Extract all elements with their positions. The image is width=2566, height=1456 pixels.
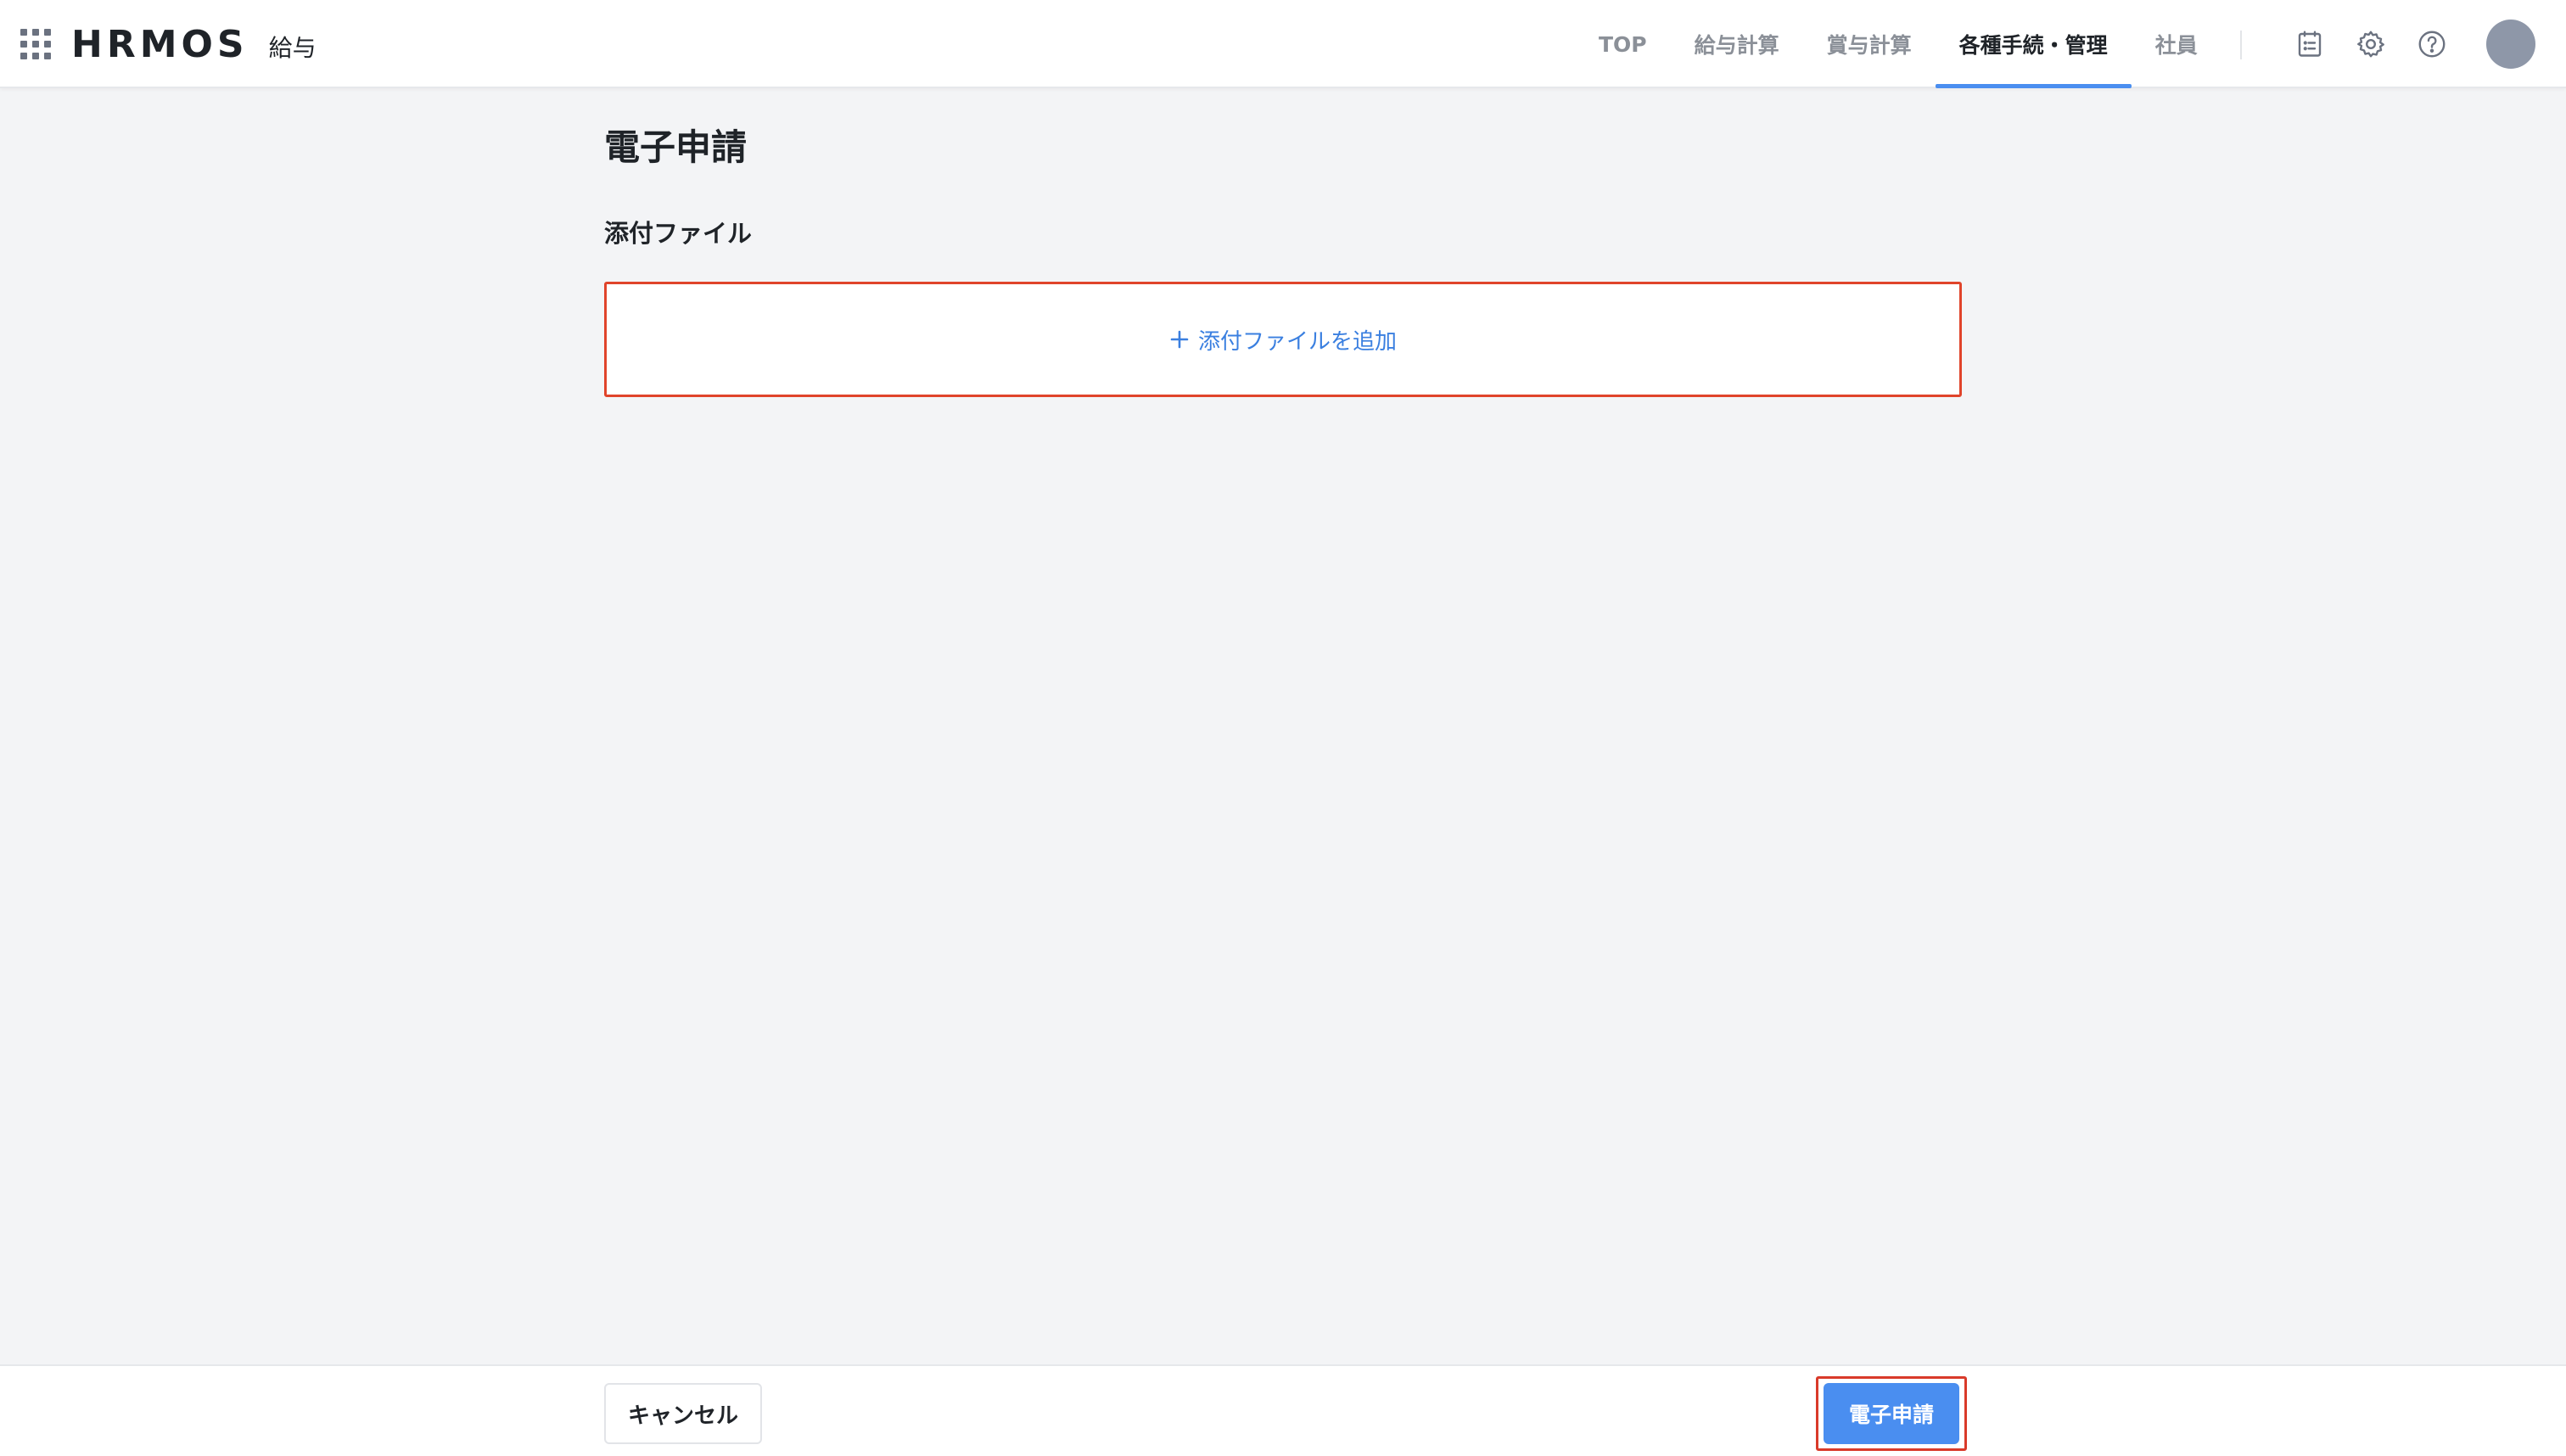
action-footer: キャンセル 電子申請 [0, 1364, 2566, 1456]
settings-gear-icon[interactable] [2354, 27, 2388, 61]
plus-icon [1169, 329, 1190, 350]
attachment-dropzone[interactable]: 添付ファイルを追加 [604, 282, 1962, 397]
nav-divider [2240, 31, 2242, 59]
nav-payroll[interactable]: 給与計算 [1671, 0, 1803, 88]
attachments-section-title: 添付ファイル [604, 219, 753, 248]
add-attachment-button[interactable]: 添付ファイルを追加 [1156, 317, 1410, 362]
submit-button-highlight: 電子申請 [1816, 1376, 1967, 1451]
task-list-icon[interactable] [2293, 27, 2327, 61]
top-header: HRMOS 給与 TOP 給与計算 賞与計算 各種手続・管理 社員 [0, 0, 2566, 88]
page-title: 電子申請 [604, 126, 748, 168]
brand[interactable]: HRMOS 給与 [71, 19, 317, 70]
nav-top[interactable]: TOP [1575, 0, 1671, 88]
e-application-submit-button[interactable]: 電子申請 [1824, 1383, 1959, 1444]
nav-employees[interactable]: 社員 [2132, 0, 2221, 88]
main-nav: TOP 給与計算 賞与計算 各種手続・管理 社員 [1575, 0, 2221, 88]
help-circle-icon[interactable] [2415, 27, 2449, 61]
add-attachment-label: 添付ファイルを追加 [1197, 328, 1397, 355]
brand-logo: HRMOS [71, 22, 249, 66]
brand-product-name: 給与 [268, 34, 317, 62]
app-grid-icon[interactable] [20, 29, 51, 59]
user-avatar[interactable] [2486, 20, 2535, 69]
nav-procedures[interactable]: 各種手続・管理 [1935, 0, 2132, 88]
cancel-button[interactable]: キャンセル [604, 1383, 762, 1444]
nav-bonus[interactable]: 賞与計算 [1803, 0, 1936, 88]
